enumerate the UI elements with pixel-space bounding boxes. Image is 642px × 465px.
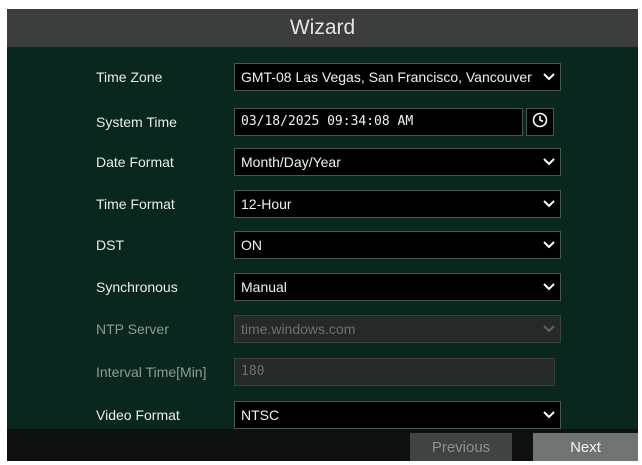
dst-label: DST <box>96 237 124 253</box>
video-format-select[interactable]: NTSC <box>234 401 561 429</box>
chevron-down-icon <box>542 149 556 175</box>
clock-icon <box>532 112 548 133</box>
system-time-label: System Time <box>96 114 177 130</box>
chevron-down-icon <box>542 274 556 300</box>
date-format-label: Date Format <box>96 154 174 170</box>
dst-row: DST ON <box>7 231 638 259</box>
ntp-server-row: NTP Server time.windows.com <box>7 315 638 343</box>
interval-time-row: Interval Time[Min] 180 <box>7 358 638 386</box>
time-format-label: Time Format <box>96 196 175 212</box>
chevron-down-icon <box>542 316 556 342</box>
interval-time-input[interactable]: 180 <box>234 358 555 386</box>
previous-button[interactable]: Previous <box>410 433 512 461</box>
interval-time-label: Interval Time[Min] <box>96 364 207 380</box>
time-format-value: 12-Hour <box>241 196 292 212</box>
time-format-select[interactable]: 12-Hour <box>234 190 561 218</box>
time-format-row: Time Format 12-Hour <box>7 190 638 218</box>
date-format-row: Date Format Month/Day/Year <box>7 148 638 176</box>
wizard-dialog: Wizard Time Zone GMT-08 Las Vegas, San F… <box>7 9 638 461</box>
chevron-down-icon <box>542 64 556 90</box>
chevron-down-icon <box>542 232 556 258</box>
video-format-label: Video Format <box>96 407 180 423</box>
time-zone-label: Time Zone <box>96 69 163 85</box>
system-time-field[interactable]: 03/18/2025 09:34:08 AM <box>234 108 523 136</box>
interval-time-value: 180 <box>241 364 265 379</box>
time-zone-value: GMT-08 Las Vegas, San Francisco, Vancouv… <box>241 69 532 85</box>
system-time-value: 03/18/2025 09:34:08 AM <box>241 114 414 129</box>
wizard-title: Wizard <box>7 9 638 47</box>
time-zone-select[interactable]: GMT-08 Las Vegas, San Francisco, Vancouv… <box>234 63 561 91</box>
synchronous-select[interactable]: Manual <box>234 273 561 301</box>
date-format-select[interactable]: Month/Day/Year <box>234 148 561 176</box>
time-zone-row: Time Zone GMT-08 Las Vegas, San Francisc… <box>7 63 638 91</box>
chevron-down-icon <box>542 191 556 217</box>
chevron-down-icon <box>542 402 556 428</box>
synchronous-row: Synchronous Manual <box>7 273 638 301</box>
date-format-value: Month/Day/Year <box>241 154 341 170</box>
video-format-row: Video Format NTSC <box>7 401 638 429</box>
system-time-row: System Time 03/18/2025 09:34:08 AM <box>7 108 638 136</box>
ntp-server-label: NTP Server <box>96 321 169 337</box>
clock-button[interactable] <box>526 108 554 136</box>
ntp-server-select[interactable]: time.windows.com <box>234 315 561 343</box>
wizard-footer: Previous Next <box>7 429 638 461</box>
ntp-server-value: time.windows.com <box>241 321 356 337</box>
synchronous-value: Manual <box>241 279 287 295</box>
video-format-value: NTSC <box>241 407 280 423</box>
dst-select[interactable]: ON <box>234 231 561 259</box>
synchronous-label: Synchronous <box>96 279 178 295</box>
next-button[interactable]: Next <box>533 433 638 461</box>
dst-value: ON <box>241 237 262 253</box>
